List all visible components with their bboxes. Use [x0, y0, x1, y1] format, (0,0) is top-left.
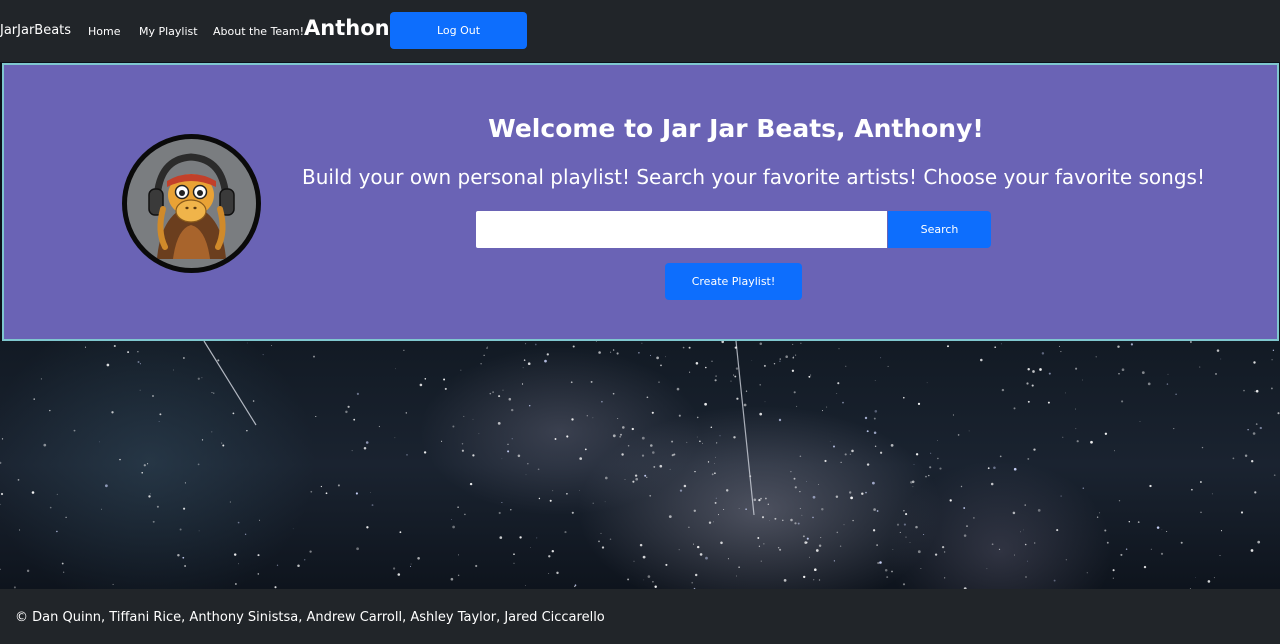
footer: © Dan Quinn, Tiffani Rice, Anthony Sinis… — [0, 589, 1280, 644]
nav-link-my-playlist[interactable]: My Playlist — [139, 24, 198, 39]
brand-link[interactable]: JarJarBeats — [0, 22, 71, 40]
top-navbar: JarJarBeats Home My Playlist About the T… — [0, 0, 1280, 62]
nav-link-about-team[interactable]: About the Team! — [213, 24, 304, 39]
welcome-subtitle: Build your own personal playlist! Search… — [302, 165, 1205, 189]
artist-search-input[interactable] — [476, 211, 887, 248]
current-username: Anthony — [304, 16, 404, 40]
starry-sky-background — [0, 341, 1280, 589]
welcome-panel: Welcome to Jar Jar Beats, Anthony! Build… — [2, 63, 1279, 341]
create-playlist-button[interactable]: Create Playlist! — [665, 263, 802, 300]
credits-text: © Dan Quinn, Tiffani Rice, Anthony Sinis… — [15, 610, 605, 625]
nav-link-home[interactable]: Home — [88, 24, 120, 39]
jar-jar-logo-icon — [122, 134, 261, 273]
stars-illustration — [0, 341, 1280, 589]
logout-button[interactable]: Log Out — [390, 12, 527, 49]
search-button[interactable]: Search — [888, 211, 991, 248]
welcome-heading: Welcome to Jar Jar Beats, Anthony! — [488, 114, 984, 143]
